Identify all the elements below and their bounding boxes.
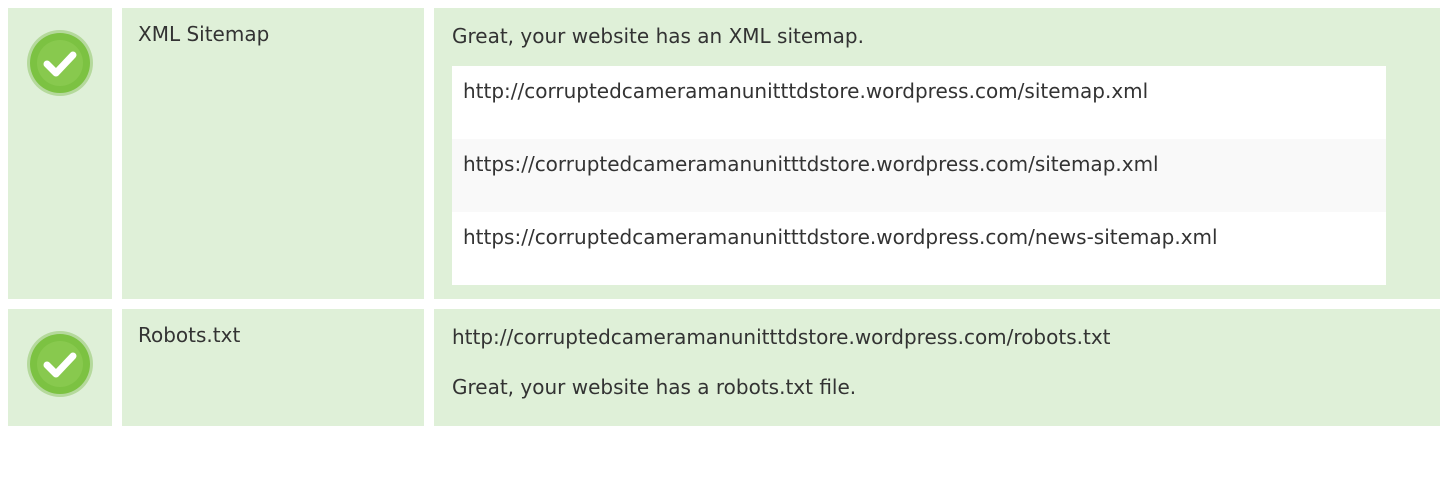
result-message: Great, your website has a robots.txt fil… bbox=[452, 375, 857, 399]
seo-results-table: XML Sitemap Great, your website has an X… bbox=[8, 8, 1440, 426]
sitemap-url: http://corruptedcameramanunitttdstore.wo… bbox=[452, 66, 1386, 139]
robots-url: http://corruptedcameramanunitttdstore.wo… bbox=[452, 325, 1111, 349]
sitemap-url: https://corruptedcameramanunitttdstore.w… bbox=[452, 212, 1386, 285]
sitemap-url: https://corruptedcameramanunitttdstore.w… bbox=[452, 139, 1386, 212]
result-message: Great, your website has an XML sitemap. bbox=[452, 24, 864, 48]
check-circle-icon bbox=[27, 30, 93, 96]
sitemap-list: http://corruptedcameramanunitttdstore.wo… bbox=[452, 66, 1386, 285]
result-row-xml-sitemap: XML Sitemap Great, your website has an X… bbox=[8, 8, 1440, 299]
check-detail: Great, your website has an XML sitemap. … bbox=[434, 8, 1440, 299]
result-row-robots-txt: Robots.txt http://corruptedcameramanunit… bbox=[8, 309, 1440, 426]
check-detail: http://corruptedcameramanunitttdstore.wo… bbox=[434, 309, 1440, 426]
check-name: XML Sitemap bbox=[122, 8, 434, 299]
check-name: Robots.txt bbox=[122, 309, 434, 426]
check-circle-icon bbox=[27, 331, 93, 397]
status-cell bbox=[8, 309, 122, 426]
status-cell bbox=[8, 8, 122, 299]
